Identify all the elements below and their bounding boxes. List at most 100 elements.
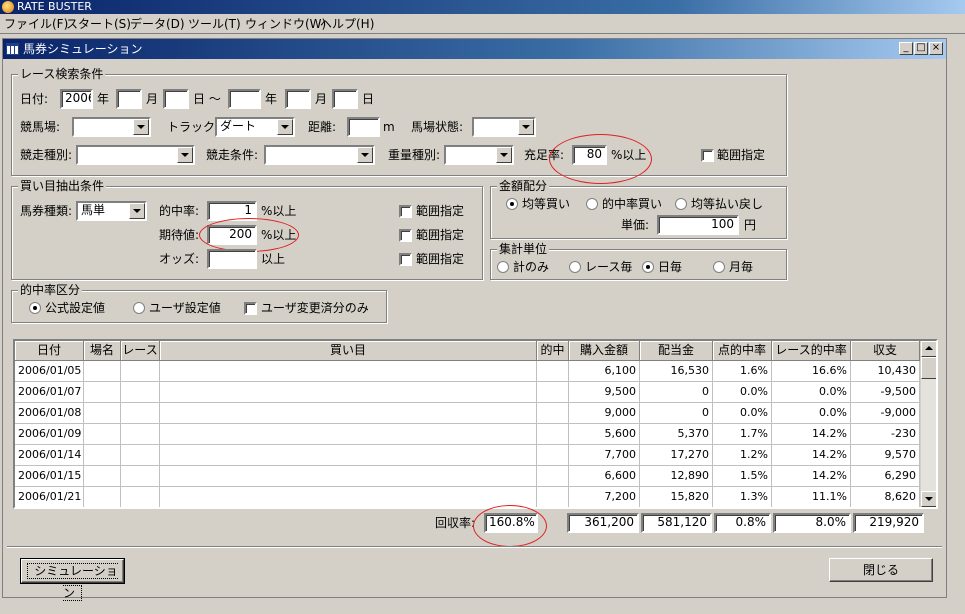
column-header-date[interactable]: 日付	[15, 341, 84, 361]
table-row[interactable]: 2006/01/09 5,600 5,370 1.7% 14.2% -230	[15, 424, 920, 445]
table-row[interactable]: 2006/01/05 6,100 16,530 1.6% 16.6% 10,430	[15, 361, 920, 382]
equal-payout-radio[interactable]	[675, 198, 687, 210]
hit-rate-buy-label: 的中率買い	[602, 197, 663, 211]
track-select[interactable]: ダート	[215, 117, 295, 137]
cell-race-hit-rate: 0.0%	[772, 403, 851, 424]
menu-file[interactable]: ファイル(F)	[4, 16, 68, 32]
scroll-up-icon[interactable]	[921, 341, 936, 357]
table-row[interactable]: 2006/01/21 7,200 15,820 1.3% 11.1% 8,620	[15, 487, 920, 507]
close-window-button[interactable]: ×	[929, 42, 943, 55]
chevron-down-icon[interactable]	[177, 147, 193, 163]
range-checkbox[interactable]	[399, 205, 412, 218]
per-day-radio[interactable]	[642, 261, 654, 273]
amount-legend: 金額配分	[497, 179, 550, 193]
cell-venue	[84, 361, 121, 382]
range-checkbox[interactable]	[399, 253, 412, 266]
cell-race-hit-rate: 0.0%	[772, 382, 851, 403]
results-table[interactable]: 日付 場名 レース 買い目 的中 購入金額 配当金 点的中率 レース的中率 収支 2006/01/…	[13, 339, 938, 509]
table-row[interactable]: 2006/01/15 6,600 12,890 1.5% 14.2% 6,290	[15, 466, 920, 487]
cell-race-hit-rate: 14.2%	[772, 445, 851, 466]
cell-race	[121, 382, 160, 403]
vertical-scrollbar[interactable]	[920, 341, 936, 507]
range-checkbox[interactable]	[399, 229, 412, 242]
cell-hit	[537, 382, 569, 403]
to-month-input[interactable]	[285, 89, 311, 109]
menu-data[interactable]: データ(D)	[130, 16, 185, 32]
cell-payout: 0	[640, 382, 713, 403]
scroll-down-icon[interactable]	[921, 491, 936, 507]
menu-tool[interactable]: ツール(T)	[188, 16, 241, 32]
hit-rate-buy-radio[interactable]	[586, 198, 598, 210]
cell-date: 2006/01/07	[15, 382, 84, 403]
per-race-radio[interactable]	[569, 261, 581, 273]
cell-bet	[160, 361, 537, 382]
to-year-input[interactable]	[228, 89, 261, 109]
minimize-button[interactable]: _	[899, 42, 913, 55]
official-value-label: 公式設定値	[45, 301, 106, 315]
cell-balance: -9,500	[851, 382, 920, 403]
range-checkbox[interactable]	[701, 149, 714, 162]
from-day-input[interactable]	[163, 89, 189, 109]
race-cond-select[interactable]	[264, 145, 375, 165]
column-header-race[interactable]: レース	[121, 341, 160, 361]
cell-date: 2006/01/14	[15, 445, 84, 466]
menu-window[interactable]: ウィンドウ(W)	[245, 16, 326, 32]
chevron-down-icon[interactable]	[129, 203, 145, 219]
column-header-race-hit-rate[interactable]: レース的中率	[772, 341, 851, 361]
column-header-purchase[interactable]: 購入金額	[569, 341, 640, 361]
equal-payout-label: 均等払い戻し	[691, 197, 764, 211]
to-day-input[interactable]	[332, 89, 358, 109]
aggregate-legend: 集計単位	[497, 242, 550, 256]
menubar: ファイル(F) スタート(S) データ(D) ツール(T) ウィンドウ(W) ヘ…	[0, 14, 965, 34]
chevron-down-icon[interactable]	[357, 147, 373, 163]
column-header-hit[interactable]: 的中	[537, 341, 569, 361]
close-button[interactable]: 閉じる	[829, 558, 933, 582]
ground-label: 馬場状態:	[411, 120, 464, 134]
total-only-radio[interactable]	[497, 261, 509, 273]
cell-date: 2006/01/15	[15, 466, 84, 487]
unit-price-input[interactable]: 100	[657, 215, 739, 235]
column-header-balance[interactable]: 収支	[851, 341, 920, 361]
race-type-select[interactable]	[76, 145, 195, 165]
column-header-point-hit-rate[interactable]: 点的中率	[713, 341, 772, 361]
column-header-bet[interactable]: 買い目	[160, 341, 537, 361]
from-year-input[interactable]: 2006	[60, 89, 93, 109]
user-value-radio[interactable]	[133, 302, 145, 314]
per-month-radio[interactable]	[713, 261, 725, 273]
distance-input[interactable]	[347, 117, 380, 137]
menu-start[interactable]: スタート(S)	[66, 16, 131, 32]
scroll-thumb[interactable]	[921, 357, 936, 379]
column-header-venue[interactable]: 場名	[84, 341, 121, 361]
cell-race-hit-rate: 11.1%	[772, 487, 851, 507]
odds-input[interactable]	[207, 249, 257, 269]
app-title-bar: RATE BUSTER	[0, 0, 965, 14]
official-value-radio[interactable]	[29, 302, 41, 314]
highlight-ellipse	[199, 218, 299, 252]
menu-help[interactable]: ヘルプ(H)	[320, 16, 374, 32]
table-row[interactable]: 2006/01/07 9,500 0 0.0% 0.0% -9,500	[15, 382, 920, 403]
unit-price-label: 単価:	[621, 218, 650, 232]
cell-point-hit-rate: 1.2%	[713, 445, 772, 466]
cell-balance: 6,290	[851, 466, 920, 487]
cell-bet	[160, 445, 537, 466]
chevron-down-icon[interactable]	[133, 119, 149, 135]
chevron-down-icon[interactable]	[496, 147, 512, 163]
ground-select[interactable]	[472, 117, 536, 137]
chevron-down-icon[interactable]	[277, 119, 293, 135]
course-select[interactable]	[72, 117, 151, 137]
from-month-input[interactable]	[116, 89, 142, 109]
ticket-type-select[interactable]: 馬単	[76, 201, 147, 221]
equal-buy-radio[interactable]	[506, 198, 518, 210]
table-row[interactable]: 2006/01/08 9,000 0 0.0% 0.0% -9,000	[15, 403, 920, 424]
simulate-button[interactable]: シミュレーション	[20, 558, 125, 601]
table-row[interactable]: 2006/01/14 7,700 17,270 1.2% 14.2% 9,570	[15, 445, 920, 466]
weight-select[interactable]	[444, 145, 514, 165]
user-changed-checkbox[interactable]	[244, 302, 257, 315]
maximize-button[interactable]: □	[914, 42, 928, 55]
per-race-label: レース毎	[585, 260, 633, 274]
cell-date: 2006/01/08	[15, 403, 84, 424]
cell-race	[121, 403, 160, 424]
window-title: 馬券シミュレーション	[23, 42, 143, 56]
column-header-payout[interactable]: 配当金	[640, 341, 713, 361]
chevron-down-icon[interactable]	[518, 119, 534, 135]
